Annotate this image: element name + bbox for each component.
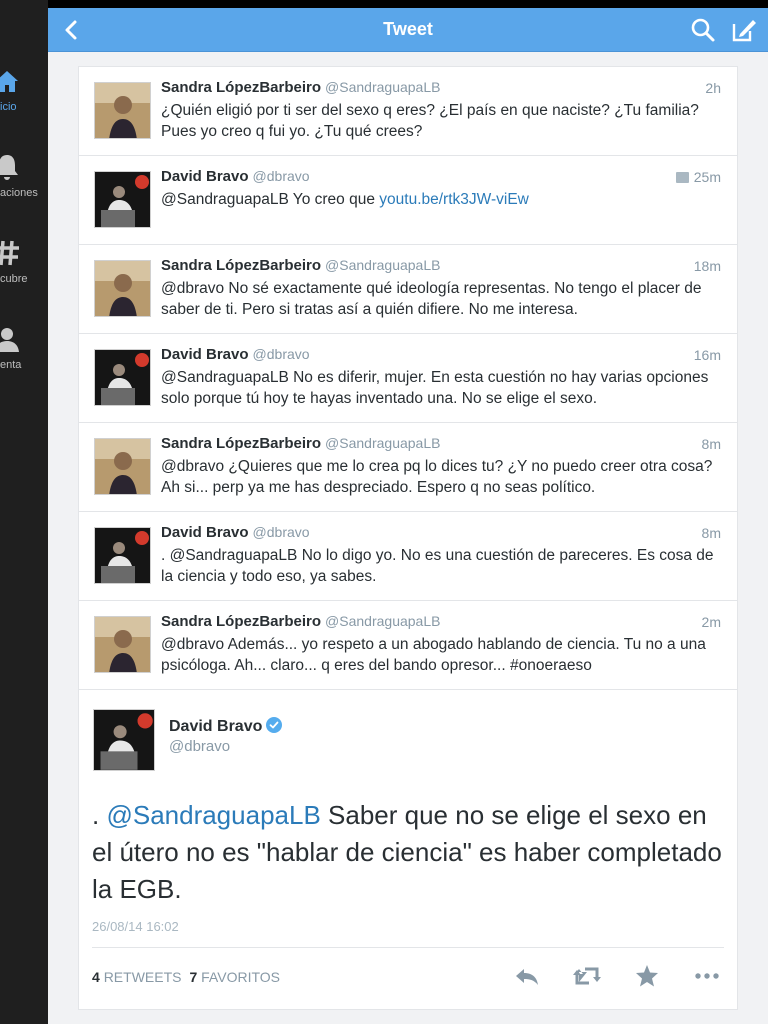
favorites-stat[interactable]: 7 FAVORITOS bbox=[189, 969, 280, 985]
avatar[interactable] bbox=[93, 709, 155, 771]
tweet-stats: 4 RETWEETS 7 FAVORITOS bbox=[92, 969, 280, 985]
conversation-tweet[interactable]: Sandra LópezBarbeiro @SandraguapaLB 18m @… bbox=[79, 245, 737, 334]
avatar[interactable] bbox=[94, 438, 151, 495]
tweet-author[interactable]: David Bravo @dbravo bbox=[161, 168, 310, 185]
sidebar-item-label: enta bbox=[0, 359, 22, 371]
tweet-author[interactable]: Sandra LópezBarbeiro @SandraguapaLB bbox=[161, 257, 440, 274]
tweet-handle[interactable]: @dbravo bbox=[253, 346, 310, 362]
sidebar-item-descubre[interactable]: cubre bbox=[0, 238, 48, 308]
conversation-tweet[interactable]: David Bravo @dbravo 8m . @SandraguapaLB N… bbox=[79, 512, 737, 601]
avatar[interactable] bbox=[94, 82, 151, 139]
retweet-icon[interactable] bbox=[573, 962, 601, 990]
tweet-handle[interactable]: @SandraguapaLB bbox=[325, 613, 440, 629]
tweet-author[interactable]: Sandra LópezBarbeiro @SandraguapaLB bbox=[161, 79, 440, 96]
tweet-author[interactable]: David Bravo @dbravo bbox=[161, 524, 310, 541]
tweet-handle[interactable]: @dbravo bbox=[169, 738, 230, 755]
tweet-time: 2m bbox=[701, 614, 721, 630]
tweet-text: @dbravo Además... yo respeto a un abogad… bbox=[161, 636, 706, 674]
tweet-handle[interactable]: @SandraguapaLB bbox=[325, 257, 440, 273]
main-panel: Tweet Sandra LópezBarbeiro @SandraguapaLB… bbox=[48, 8, 768, 1024]
retweets-stat[interactable]: 4 RETWEETS bbox=[92, 969, 181, 985]
favorite-icon[interactable] bbox=[633, 962, 661, 990]
sidebar-item-label: cubre bbox=[0, 273, 28, 285]
tweet-handle[interactable]: @SandraguapaLB bbox=[325, 435, 440, 451]
conversation-tweet[interactable]: Sandra LópezBarbeiro @SandraguapaLB 2h ¿Q… bbox=[79, 67, 737, 156]
tweet-author[interactable]: David Bravo bbox=[169, 717, 283, 736]
tweet-author[interactable]: David Bravo @dbravo bbox=[161, 346, 310, 363]
reply-icon[interactable] bbox=[513, 962, 541, 990]
avatar[interactable] bbox=[94, 349, 151, 406]
tweet-time: 18m bbox=[693, 258, 721, 274]
tweet-detail: David Bravo @dbravo . @SandraguapaLB Sab… bbox=[79, 693, 737, 1009]
compose-icon[interactable] bbox=[730, 16, 758, 44]
divider bbox=[92, 947, 724, 948]
sidebar-item-inicio[interactable]: icio bbox=[0, 66, 48, 136]
avatar[interactable] bbox=[94, 260, 151, 317]
tweet-text: . @SandraguapaLB No lo digo yo. No es un… bbox=[161, 547, 714, 585]
tweet-time: 8m bbox=[701, 436, 721, 452]
tweet-author[interactable]: Sandra LópezBarbeiro @SandraguapaLB bbox=[161, 613, 440, 630]
verified-icon bbox=[266, 717, 283, 733]
media-icon bbox=[675, 172, 689, 183]
conversation-tweet[interactable]: David Bravo @dbravo 16m @SandraguapaLB No… bbox=[79, 334, 737, 423]
more-icon[interactable] bbox=[693, 962, 721, 990]
person-icon bbox=[0, 328, 19, 352]
tweet-time: 16m bbox=[693, 347, 721, 363]
tweet-text: @SandraguapaLB Yo creo que youtu.be/rtk3… bbox=[161, 191, 529, 208]
avatar[interactable] bbox=[94, 527, 151, 584]
tweet-card: Sandra LópezBarbeiro @SandraguapaLB 2h ¿Q… bbox=[78, 66, 738, 1010]
avatar[interactable] bbox=[94, 616, 151, 673]
tweet-time: 25m bbox=[675, 169, 721, 185]
sidebar-item-label: icio bbox=[0, 101, 17, 113]
sidebar-item-label: aciones bbox=[0, 187, 38, 199]
conversation-tweet[interactable]: Sandra LópezBarbeiro @SandraguapaLB 2m @d… bbox=[79, 601, 737, 690]
bell-icon bbox=[0, 155, 18, 180]
conversation-tweet[interactable]: Sandra LópezBarbeiro @SandraguapaLB 8m @d… bbox=[79, 423, 737, 512]
tweet-date: 26/08/14 16:02 bbox=[92, 919, 179, 934]
tweet-author[interactable]: Sandra LópezBarbeiro @SandraguapaLB bbox=[161, 435, 440, 452]
conversation-tweet[interactable]: David Bravo @dbravo 25m @SandraguapaLB Yo… bbox=[79, 156, 737, 245]
hashtag-icon bbox=[0, 240, 19, 266]
avatar[interactable] bbox=[94, 171, 151, 228]
tweet-time: 8m bbox=[701, 525, 721, 541]
home-icon bbox=[0, 71, 18, 92]
tweet-text: @dbravo No sé exactamente qué ideología … bbox=[161, 280, 702, 318]
search-icon[interactable] bbox=[690, 17, 716, 43]
mention-link[interactable]: @SandraguapaLB bbox=[106, 800, 320, 830]
tweet-handle[interactable]: @SandraguapaLB bbox=[325, 79, 440, 95]
page-title: Tweet bbox=[383, 19, 433, 39]
status-bar bbox=[0, 0, 768, 8]
tweet-time: 2h bbox=[705, 80, 721, 96]
sidebar-item-notificaciones[interactable]: aciones bbox=[0, 152, 48, 222]
tweet-text: ¿Quién eligió por ti ser del sexo q eres… bbox=[161, 102, 699, 140]
tweet-link[interactable]: youtu.be/rtk3JW-viEw bbox=[379, 191, 529, 208]
tweet-text: @SandraguapaLB No es diferir, mujer. En … bbox=[161, 369, 709, 407]
nav-bar: Tweet bbox=[48, 8, 768, 52]
sidebar: icio aciones cubre enta bbox=[0, 0, 48, 1024]
tweet-text: @dbravo ¿Quieres que me lo crea pq lo di… bbox=[161, 458, 713, 496]
tweet-handle[interactable]: @dbravo bbox=[253, 168, 310, 184]
tweet-text: . @SandraguapaLB Saber que no se elige e… bbox=[92, 800, 722, 904]
sidebar-item-cuenta[interactable]: enta bbox=[0, 324, 48, 394]
tweet-handle[interactable]: @dbravo bbox=[253, 524, 310, 540]
